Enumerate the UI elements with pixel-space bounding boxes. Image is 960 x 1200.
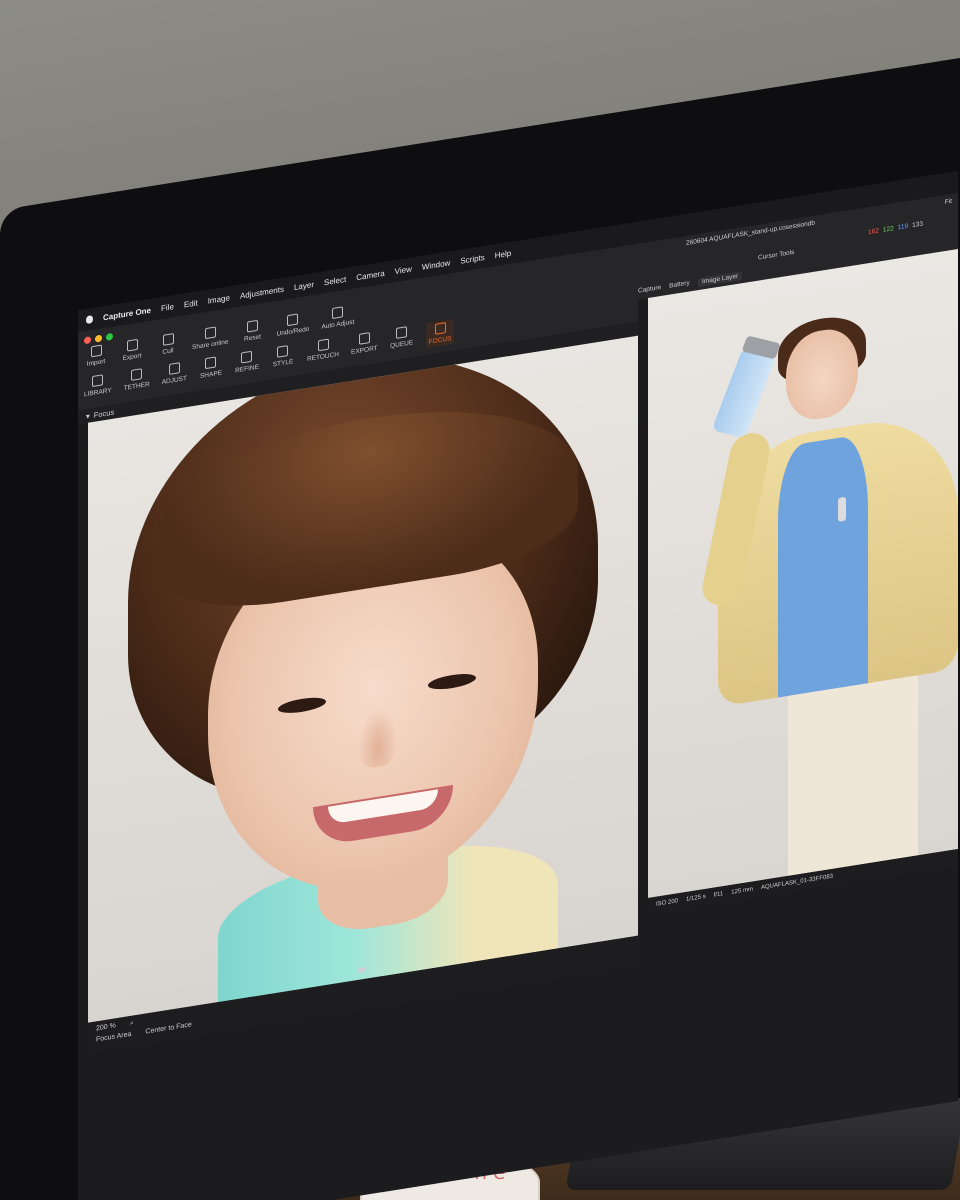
tether-icon	[131, 368, 143, 381]
focal-length-value: 125 mm	[731, 886, 753, 896]
tab-shape-label: SHAPE	[199, 369, 222, 381]
tab-style[interactable]: STYLE	[271, 344, 295, 373]
refine-icon	[241, 350, 253, 364]
retouch-icon	[317, 338, 329, 352]
zoom-search-icon[interactable]: ⌕	[130, 1019, 134, 1028]
export-label: Export	[122, 352, 142, 363]
cull-icon	[162, 333, 174, 346]
cull-button[interactable]: Cull	[156, 332, 180, 357]
auto-adjust-button[interactable]: Auto Adjust	[321, 305, 354, 331]
menu-layer[interactable]: Layer	[294, 279, 314, 291]
tab-library[interactable]: LIBRARY	[84, 373, 112, 402]
share-online-icon	[204, 326, 216, 340]
iso-value: ISO 200	[656, 898, 679, 908]
cursor-tools-label: Cursor Tools	[758, 248, 795, 262]
shape-icon	[205, 356, 217, 370]
zoom-level[interactable]: 200 %	[96, 1022, 116, 1033]
luma-value: 133	[912, 220, 923, 230]
battery-label: Battery	[669, 279, 690, 290]
tab-adjust[interactable]: ADJUST	[162, 361, 187, 390]
tab-export[interactable]: EXPORT	[351, 331, 378, 360]
menu-adjustments[interactable]: Adjustments	[240, 284, 284, 300]
queue-icon	[396, 326, 408, 339]
tab-refine-label: REFINE	[235, 363, 259, 375]
reset-label: Reset	[244, 333, 261, 344]
tab-tether-label: TETHER	[123, 380, 150, 393]
focus-panel-title: Focus	[93, 407, 115, 420]
import-button[interactable]: Import	[84, 344, 108, 369]
shutter-value: 1/125 s	[686, 893, 706, 904]
menu-edit[interactable]: Edit	[184, 298, 198, 309]
tab-refine[interactable]: REFINE	[235, 350, 259, 379]
tab-retouch-label: RETOUCH	[306, 350, 340, 364]
apple-menu-icon[interactable]	[86, 314, 93, 325]
reset-icon	[247, 319, 258, 333]
blue-value: 119	[897, 222, 909, 232]
focus-viewer[interactable]	[88, 335, 638, 1023]
cull-label: Cull	[162, 347, 174, 356]
reset-button[interactable]: Reset	[241, 319, 265, 344]
capture-button[interactable]: Capture	[638, 284, 661, 295]
menu-camera[interactable]: Camera	[356, 268, 384, 282]
tab-focus-label: FOCUS	[428, 335, 452, 346]
tab-export-label: EXPORT	[351, 344, 378, 357]
zoom-window-button[interactable]	[106, 332, 113, 341]
auto-adjust-icon	[332, 306, 344, 320]
app-menu[interactable]: Capture One	[103, 305, 151, 322]
library-icon	[92, 374, 104, 388]
minimize-window-button[interactable]	[95, 334, 102, 343]
import-label: Import	[86, 358, 106, 368]
menu-select[interactable]: Select	[324, 274, 346, 287]
focus-star-icon	[434, 322, 446, 335]
tab-retouch[interactable]: RETOUCH	[307, 337, 339, 367]
adjust-icon	[168, 362, 180, 375]
export-icon	[126, 338, 138, 352]
photo-shirt	[778, 433, 868, 698]
photo-flask	[711, 347, 777, 439]
photo-key	[838, 496, 846, 522]
main-viewer[interactable]	[648, 248, 958, 899]
tab-queue-label: QUEUE	[390, 339, 414, 350]
menu-help[interactable]: Help	[495, 248, 511, 260]
export-tab-icon	[358, 332, 370, 345]
undo-redo-button[interactable]: Undo/Redo	[276, 312, 310, 338]
fit-button[interactable]: Fit	[945, 198, 952, 206]
aperture-value: f/11	[713, 891, 724, 899]
green-value: 122	[882, 225, 894, 234]
tab-adjust-label: ADJUST	[161, 375, 187, 387]
tab-queue[interactable]: QUEUE	[390, 325, 414, 354]
close-window-button[interactable]	[84, 336, 91, 345]
chevron-down-icon: ▾	[86, 410, 90, 421]
tab-library-label: LIBRARY	[84, 386, 112, 399]
export-button[interactable]: Export	[120, 338, 144, 363]
share-online-button[interactable]: Share online	[192, 324, 229, 351]
red-value: 162	[868, 227, 879, 237]
menu-view[interactable]: View	[395, 264, 412, 276]
menu-scripts[interactable]: Scripts	[460, 252, 484, 265]
auto-adjust-label: Auto Adjust	[321, 318, 355, 331]
tab-style-label: STYLE	[272, 358, 294, 369]
screen: Capture One File Edit Image Adjustments …	[78, 170, 958, 1200]
undo-redo-icon	[287, 313, 299, 327]
menu-window[interactable]: Window	[422, 258, 450, 272]
focus-area-label: Focus Area	[96, 1030, 132, 1044]
undo-redo-label: Undo/Redo	[276, 325, 310, 338]
share-online-label: Share online	[192, 338, 229, 352]
tab-focus[interactable]: FOCUS	[425, 318, 455, 349]
rgb-readout: 162 122 119 133	[868, 220, 923, 236]
import-icon	[90, 344, 102, 358]
tab-tether[interactable]: TETHER	[124, 367, 150, 396]
tab-shape[interactable]: SHAPE	[199, 355, 223, 384]
style-icon	[277, 344, 289, 358]
menu-image[interactable]: Image	[208, 293, 230, 306]
menu-file[interactable]: File	[161, 302, 174, 313]
